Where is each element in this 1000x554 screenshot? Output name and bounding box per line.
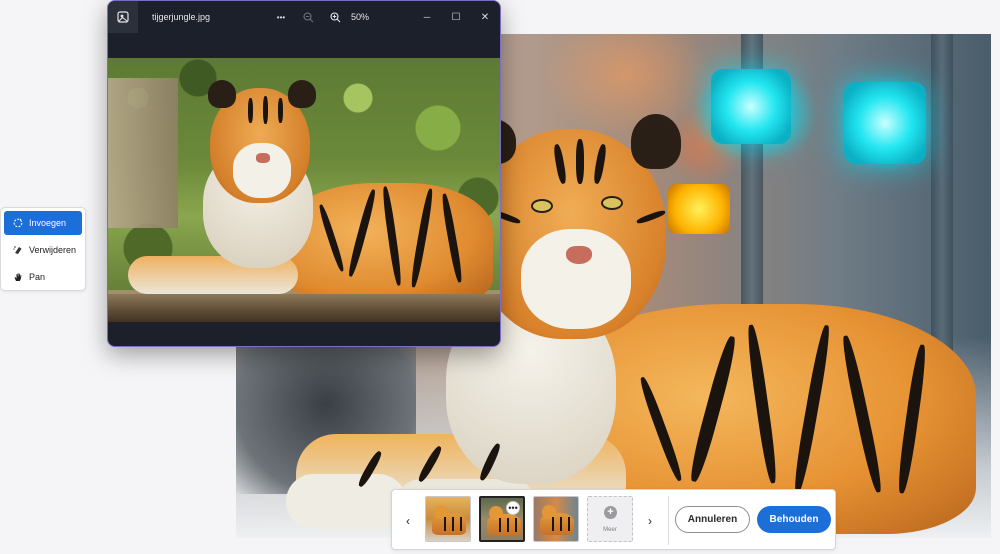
more-variations-button[interactable]: + Meer — [587, 496, 633, 542]
insert-icon — [12, 218, 24, 228]
zoom-out-icon[interactable] — [300, 1, 316, 33]
hand-icon — [12, 272, 24, 282]
more-options-button[interactable]: ••• — [272, 1, 290, 33]
keep-button[interactable]: Behouden — [757, 506, 831, 533]
more-variations-label: Meer — [603, 527, 617, 533]
thumbnail-stripe — [452, 517, 454, 531]
close-button[interactable]: ✕ — [474, 1, 496, 33]
zoom-in-icon[interactable] — [327, 1, 343, 33]
tool-insert[interactable]: Invoegen — [4, 211, 82, 235]
photo-viewer-window[interactable]: tijgerjungle.jpg ••• 50% ─ ☐ ✕ — [107, 0, 501, 347]
previous-variation-button[interactable]: ‹ — [400, 490, 416, 551]
thumbnail-stripe — [507, 518, 509, 532]
divider — [668, 496, 669, 545]
thumbnail-stripe — [560, 517, 562, 531]
thumbnail-stripe — [515, 518, 517, 532]
next-variation-button[interactable]: › — [642, 490, 658, 551]
wooden-log — [108, 294, 500, 322]
variation-thumbnail[interactable] — [425, 496, 471, 542]
eraser-icon — [12, 245, 24, 255]
thumbnail-stripe — [444, 517, 446, 531]
tool-label: Pan — [29, 272, 46, 282]
minimize-button[interactable]: ─ — [416, 1, 438, 33]
plus-icon: + — [604, 506, 617, 519]
thumbnail-stripe — [568, 517, 570, 531]
variation-thumbnail[interactable] — [533, 496, 579, 542]
edit-tools-panel: Invoegen Verwijderen Pan — [0, 207, 86, 291]
variations-bar: ‹ ••• + Meer › Annuleren Behouden — [391, 489, 836, 550]
thumbnail-stripe — [499, 518, 501, 532]
variation-thumbnail-selected[interactable]: ••• — [479, 496, 525, 542]
title-bar[interactable]: tijgerjungle.jpg ••• 50% ─ ☐ ✕ — [108, 1, 500, 33]
maximize-button[interactable]: ☐ — [445, 1, 467, 33]
zoom-level: 50% — [351, 12, 370, 22]
tool-remove[interactable]: Verwijderen — [4, 238, 82, 262]
thumbnail-stripe — [460, 517, 462, 531]
tool-pan[interactable]: Pan — [4, 265, 82, 289]
tool-label: Invoegen — [29, 218, 67, 228]
viewer-tiger — [128, 78, 498, 303]
photos-app-icon — [108, 1, 138, 33]
thumbnail-stripe — [552, 517, 554, 531]
tool-label: Verwijderen — [29, 245, 77, 255]
image-view[interactable] — [108, 58, 500, 322]
cancel-button[interactable]: Annuleren — [675, 506, 750, 533]
thumbnail-more-button[interactable]: ••• — [506, 501, 520, 515]
file-name: tijgerjungle.jpg — [152, 12, 211, 22]
